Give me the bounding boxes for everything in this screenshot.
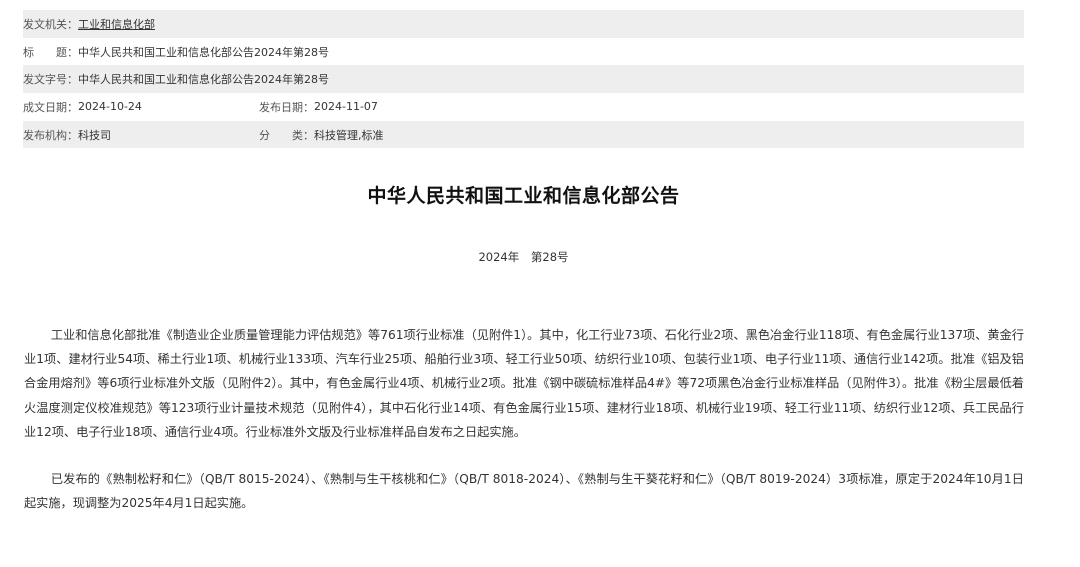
meta-issuer-link[interactable]: 工业和信息化部: [78, 16, 155, 32]
meta-cell-title: 标 题： 中华人民共和国工业和信息化部公告2024年第28号: [23, 44, 1024, 60]
meta-cell-docno: 发文字号： 中华人民共和国工业和信息化部公告2024年第28号: [23, 71, 1024, 87]
meta-published-label: 发布日期：: [259, 100, 314, 114]
meta-cell-category: 分 类： 科技管理,标准: [259, 127, 384, 143]
meta-row-agency: 发布机构： 科技司 分 类： 科技管理,标准: [23, 120, 1024, 149]
meta-title-label: 标 题：: [23, 45, 78, 59]
meta-cell-published: 发布日期： 2024-11-07: [259, 99, 378, 115]
meta-category-value: 科技管理,标准: [314, 128, 384, 142]
meta-row-issuer: 发文机关： 工业和信息化部: [23, 10, 1024, 38]
meta-created-label: 成文日期：: [23, 100, 78, 114]
meta-agency-value: 科技司: [78, 128, 111, 142]
document-metadata-table: 发文机关： 工业和信息化部 标 题： 中华人民共和国工业和信息化部公告2024年…: [23, 10, 1024, 149]
document-issue-number: 第28号: [530, 250, 569, 264]
document-title: 中华人民共和国工业和信息化部公告: [367, 185, 680, 207]
meta-row-dates: 成文日期： 2024-10-24 发布日期： 2024-11-07: [23, 93, 1024, 121]
meta-published-value: 2024-11-07: [314, 100, 378, 114]
meta-created-value: 2024-10-24: [78, 100, 142, 114]
meta-docno-label: 发文字号：: [23, 73, 78, 87]
meta-category-label: 分 类：: [259, 128, 314, 142]
meta-cell-created: 成文日期： 2024-10-24: [23, 99, 259, 115]
body-paragraph-1: 工业和信息化部批准《制造业企业质量管理能力评估规范》等761项行业标准（见附件1…: [24, 328, 1024, 439]
meta-docno-value: 中华人民共和国工业和信息化部公告2024年第28号: [78, 73, 329, 87]
meta-row-title: 标 题： 中华人民共和国工业和信息化部公告2024年第28号: [23, 38, 1024, 66]
document-number: 2024年 第28号: [0, 249, 1047, 265]
meta-cell-agency: 发布机构： 科技司: [23, 127, 259, 143]
meta-row-docno: 发文字号： 中华人民共和国工业和信息化部公告2024年第28号: [23, 65, 1024, 94]
document-year: 2024年: [478, 250, 520, 264]
meta-title-value: 中华人民共和国工业和信息化部公告2024年第28号: [78, 45, 329, 59]
meta-cell-issuer: 发文机关： 工业和信息化部: [23, 16, 1024, 32]
meta-agency-label: 发布机构：: [23, 128, 78, 142]
document-body: 工业和信息化部批准《制造业企业质量管理能力评估规范》等761项行业标准（见附件1…: [24, 323, 1024, 515]
body-paragraph-2: 已发布的《熟制松籽和仁》（QB/T 8015-2024）、《熟制与生干核桃和仁》…: [24, 472, 1024, 511]
meta-issuer-label: 发文机关：: [23, 17, 78, 31]
